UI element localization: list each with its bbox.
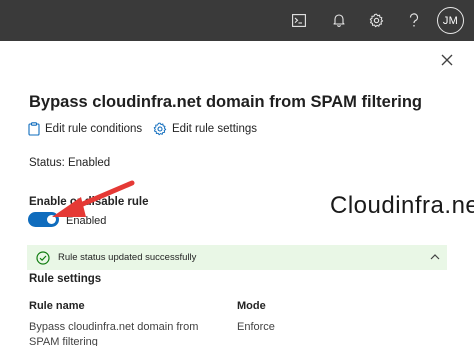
bell-icon[interactable] <box>327 8 351 32</box>
clipboard-icon <box>28 122 40 136</box>
column-header-mode: Mode <box>237 300 266 312</box>
edit-rule-conditions-label: Edit rule conditions <box>45 123 143 135</box>
rule-name-value: Bypass cloudinfra.net domain from SPAM f… <box>29 321 199 346</box>
chevron-up-icon[interactable] <box>429 252 441 262</box>
toggle-state-text: Enabled <box>66 215 107 227</box>
edit-rule-settings-label: Edit rule settings <box>172 123 258 135</box>
checkmark-circle-icon <box>36 250 50 265</box>
toggle-label: Enable or disable rule <box>29 196 149 208</box>
avatar[interactable]: JM <box>437 7 464 34</box>
terminal-icon[interactable] <box>287 8 311 32</box>
app-top-bar: JM <box>0 0 474 41</box>
success-message-bar: Rule status updated successfully <box>27 245 447 270</box>
rule-mode-value: Enforce <box>237 321 275 333</box>
panel-title: Bypass cloudinfra.net domain from SPAM f… <box>29 93 422 111</box>
help-icon[interactable] <box>402 8 426 32</box>
success-message-text: Rule status updated successfully <box>58 252 197 263</box>
rule-settings-heading: Rule settings <box>29 273 102 285</box>
toggle-knob <box>47 215 56 224</box>
watermark-text: Cloudinfra.net <box>330 192 474 219</box>
edit-rule-conditions-button[interactable]: Edit rule conditions <box>28 121 142 137</box>
rule-status-text: Status: Enabled <box>29 157 111 169</box>
enable-rule-toggle[interactable] <box>28 212 59 227</box>
column-header-rule-name: Rule name <box>29 300 85 312</box>
gear-icon <box>153 122 167 136</box>
close-icon[interactable] <box>440 53 456 69</box>
gear-icon[interactable] <box>364 8 388 32</box>
edit-rule-settings-button[interactable]: Edit rule settings <box>153 121 257 137</box>
